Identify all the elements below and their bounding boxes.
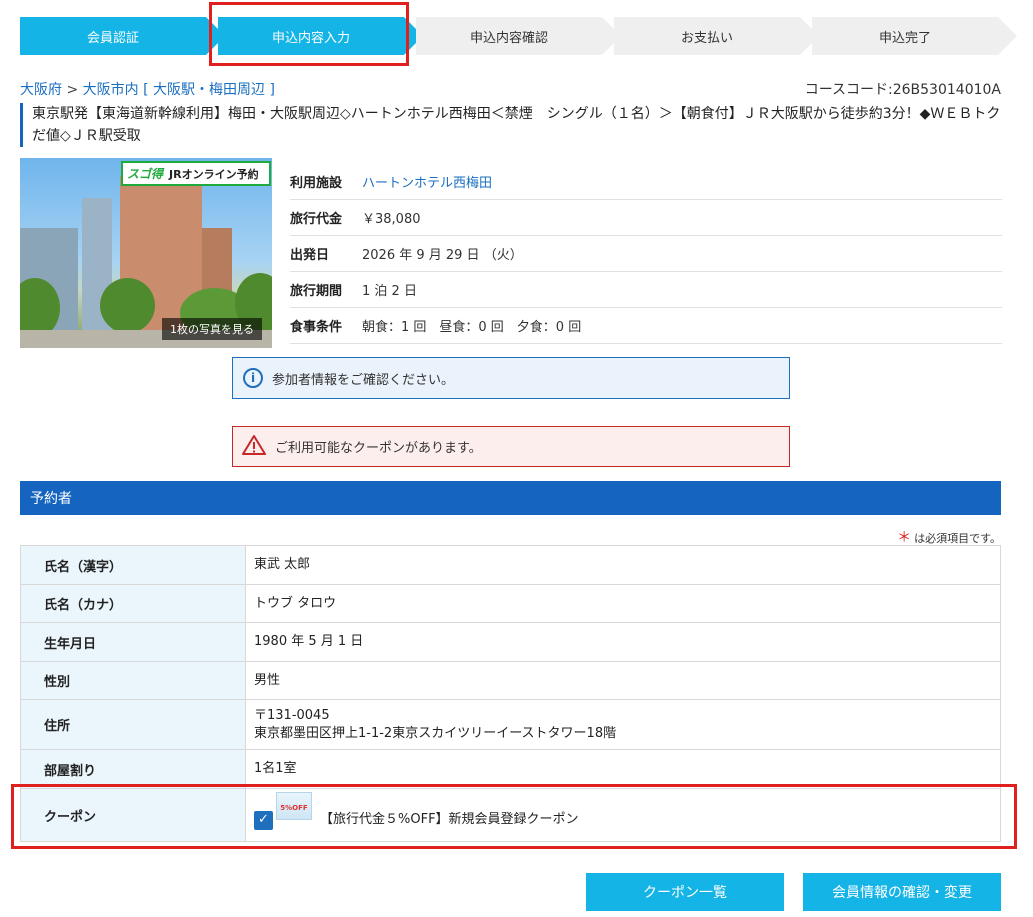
step-application-confirm: 申込内容確認 <box>416 17 621 55</box>
breadcrumb-city[interactable]: 大阪市内 <box>83 82 139 98</box>
info-duration: 旅行期間 1 泊 2 日 <box>290 272 1002 308</box>
warning-icon <box>241 434 267 460</box>
hotel-photo[interactable]: スゴ得 JRオンライン予約 1枚の写真を見る <box>20 158 272 348</box>
row-birthday: 生年月日 1980 年 5 月 1 日 <box>21 623 1000 662</box>
member-info-button[interactable]: 会員情報の確認・変更 <box>803 873 1001 911</box>
row-gender: 性別 男性 <box>21 662 1000 700</box>
coupon-row-highlight <box>11 784 1017 849</box>
step-member-auth: 会員認証 <box>20 17 225 55</box>
info-price: 旅行代金 ￥38,080 <box>290 200 1002 236</box>
plan-info: 利用施設 ハートンホテル西梅田 旅行代金 ￥38,080 出発日 2026 年 … <box>290 164 1002 344</box>
jr-online-badge: スゴ得 JRオンライン予約 <box>121 161 271 186</box>
info-departure: 出発日 2026 年 9 月 29 日 （火） <box>290 236 1002 272</box>
row-name-kana: 氏名（カナ） トウブ タロウ <box>21 585 1000 623</box>
coupon-list-button[interactable]: クーポン一覧 <box>586 873 784 911</box>
plan-title: 東京駅発【東海道新幹線利用】梅田・大阪駅周辺◇ハートンホテル西梅田＜禁煙 シング… <box>20 103 1002 147</box>
address-line: 東京都墨田区押上1-1-2東京スカイツリーイーストタワー18階 <box>254 725 617 741</box>
view-photo-link[interactable]: 1枚の写真を見る <box>162 318 262 340</box>
course-code: コースコード:26B53014010A <box>804 82 1001 98</box>
breadcrumb: 大阪府 > 大阪市内 [ 大阪駅・梅田周辺 ] <box>20 82 275 98</box>
section-title-reserver: 予約者 <box>20 481 1001 515</box>
required-note: ＊は必須項目です。 <box>897 530 1001 546</box>
row-name-kanji: 氏名（漢字） 東武 太郎 <box>21 546 1000 585</box>
progress-steps: 会員認証 申込内容入力 申込内容確認 お支払い 申込完了 <box>20 17 1017 55</box>
breadcrumb-area[interactable]: 大阪駅・梅田周辺 <box>153 82 265 98</box>
address-zip: 〒131-0045 <box>254 707 330 723</box>
info-icon: i <box>243 368 263 388</box>
step-payment: お支払い <box>614 17 819 55</box>
facility-link[interactable]: ハートンホテル西梅田 <box>362 172 492 191</box>
coupon-available-alert: ご利用可能なクーポンがあります。 <box>232 426 790 467</box>
step-complete: 申込完了 <box>812 17 1017 55</box>
row-address: 住所 〒131-0045 東京都墨田区押上1-1-2東京スカイツリーイーストタワ… <box>21 700 1000 750</box>
info-facility: 利用施設 ハートンホテル西梅田 <box>290 164 1002 200</box>
participant-info-alert: i 参加者情報をご確認ください。 <box>232 357 790 399</box>
breadcrumb-pref[interactable]: 大阪府 <box>20 82 62 98</box>
info-meals: 食事条件 朝食：1 回 昼食：0 回 夕食：0 回 <box>290 308 1002 344</box>
